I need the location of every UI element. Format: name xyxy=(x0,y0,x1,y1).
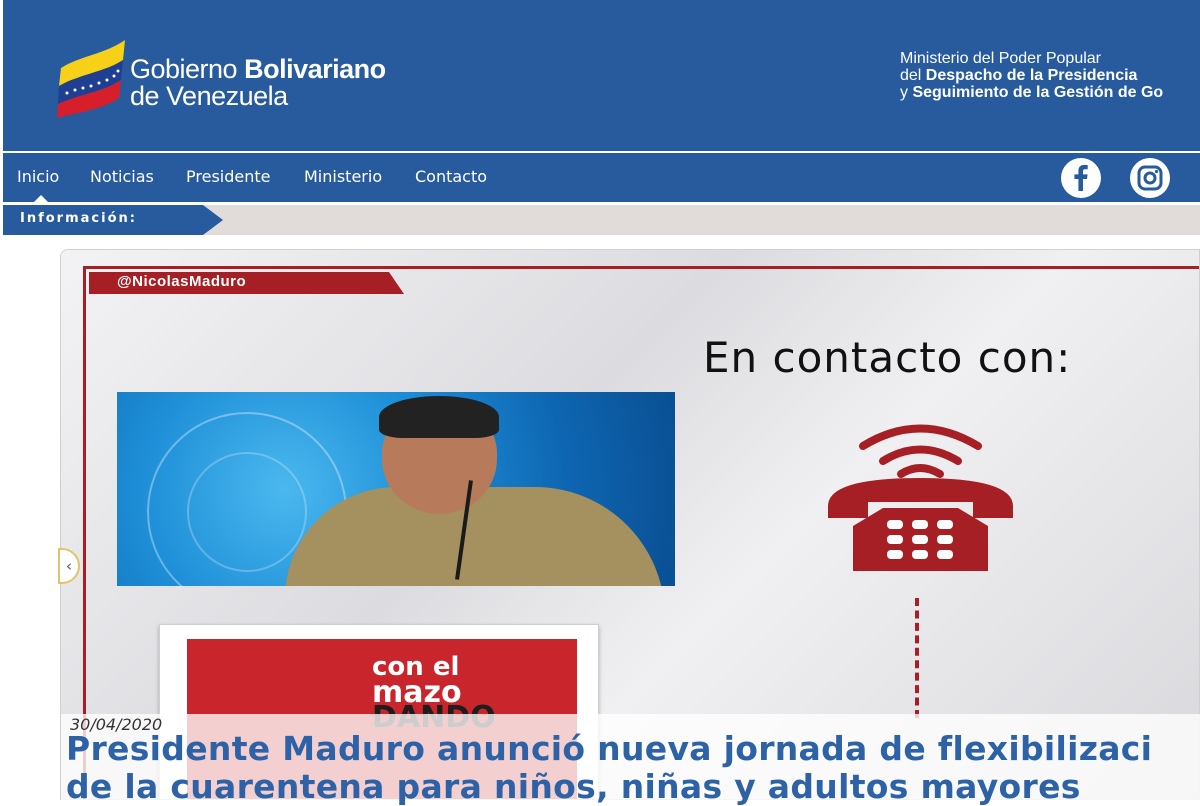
facebook-button[interactable] xyxy=(1061,158,1101,198)
ministry-line3: y Seguimiento de la Gestión de Go xyxy=(900,84,1164,101)
facebook-icon xyxy=(1074,164,1088,191)
site-header: Gobierno Bolivariano de Venezuela Minist… xyxy=(3,0,1200,151)
article-title-line2: de la cuarentena para niños, niñas y adu… xyxy=(66,767,1081,806)
main-nav: Inicio Noticias Presidente Ministerio Co… xyxy=(3,153,1200,203)
slide-caption[interactable]: 30/04/2020 Presidente Maduro anunció nue… xyxy=(61,714,1200,806)
twitter-handle: @NicolasMaduro xyxy=(117,273,247,290)
president-photo xyxy=(117,392,675,586)
logo-line1-bold: Bolivariano xyxy=(244,54,386,84)
chevron-left-icon: ‹ xyxy=(66,557,72,575)
ministry-name: Ministerio del Poder Popular del Despach… xyxy=(900,50,1163,101)
logo-wordmark: Gobierno Bolivariano de Venezuela xyxy=(130,56,386,110)
logo-line2: de Venezuela xyxy=(130,81,288,111)
government-logo[interactable]: Gobierno Bolivariano de Venezuela xyxy=(55,38,435,118)
instagram-button[interactable] xyxy=(1130,158,1170,198)
nav-item-ministerio[interactable]: Ministerio xyxy=(304,167,382,186)
ministry-line2: del Despacho de la Presidencia xyxy=(900,67,1138,84)
slide-contact-title: En contacto con: xyxy=(703,333,1072,382)
venezuela-flag-logo-icon xyxy=(57,40,125,118)
article-title[interactable]: Presidente Maduro anunció nueva jornada … xyxy=(66,730,1200,806)
info-ticker: Información: xyxy=(3,205,1200,235)
dotted-connector xyxy=(915,598,919,718)
instagram-icon xyxy=(1137,165,1163,191)
nav-item-noticias[interactable]: Noticias xyxy=(90,167,154,186)
nav-item-presidente[interactable]: Presidente xyxy=(186,167,270,186)
nav-item-inicio[interactable]: Inicio xyxy=(17,167,59,186)
telephone-icon xyxy=(828,424,1013,571)
nav-item-contacto[interactable]: Contacto xyxy=(415,167,487,186)
logo-line1-regular: Gobierno xyxy=(130,54,245,84)
slide-frame-top xyxy=(83,266,1199,269)
article-title-line1: Presidente Maduro anunció nueva jornada … xyxy=(66,729,1153,768)
ministry-line1: Ministerio del Poder Popular xyxy=(900,50,1101,67)
info-ticker-label: Información: xyxy=(20,211,137,226)
